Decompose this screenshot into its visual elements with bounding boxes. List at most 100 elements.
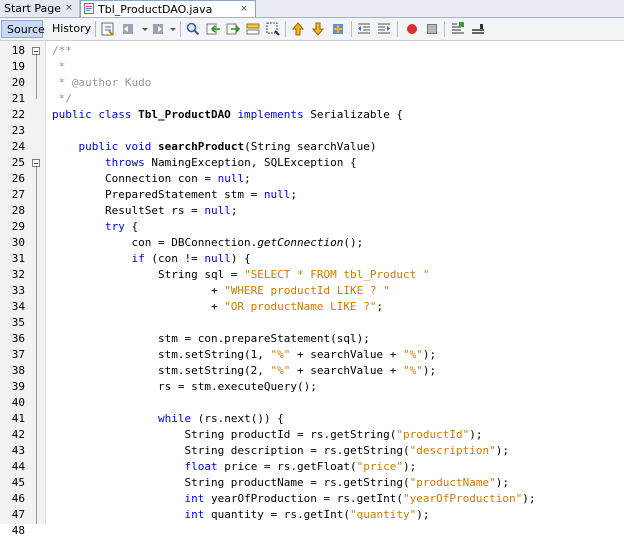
code-token: if xyxy=(131,252,145,265)
code-line[interactable]: + "OR productName LIKE ?"; xyxy=(52,299,383,315)
code-line[interactable]: String sql = "SELECT * FROM tbl_Product … xyxy=(52,267,430,283)
tab-start-page[interactable]: Start Page × xyxy=(0,0,80,17)
line-number: 21 xyxy=(11,92,25,105)
code-editor[interactable]: /** * * @author Kudo */ public class Tbl_… xyxy=(46,41,624,524)
code-token: ); xyxy=(469,428,483,441)
code-line[interactable]: int quantity = rs.getInt("quantity"); xyxy=(52,507,429,523)
code-line[interactable]: ResultSet rs = null; xyxy=(52,203,237,219)
code-token: ; xyxy=(290,188,298,201)
tab-tbl-productdao[interactable]: Tbl_ProductDAO.java × xyxy=(80,0,256,17)
uncomment-icon[interactable] xyxy=(470,21,486,37)
code-token: * @author Kudo xyxy=(52,76,152,89)
comment-icon[interactable] xyxy=(450,21,466,37)
tab-label: Start Page xyxy=(4,2,61,15)
code-line[interactable]: if (con != null) { xyxy=(52,251,250,267)
line-number: 47 xyxy=(11,508,25,521)
fold-toggle-icon[interactable] xyxy=(32,47,40,55)
code-line[interactable]: Connection con = null; xyxy=(52,171,251,187)
toolbar-separator xyxy=(285,21,286,37)
code-line[interactable]: public void searchProduct(String searchV… xyxy=(52,139,377,155)
code-line[interactable]: float price = rs.getFloat("price"); xyxy=(52,459,416,475)
find-selection-icon[interactable] xyxy=(265,21,281,37)
close-icon[interactable]: × xyxy=(239,4,249,14)
code-line[interactable]: * xyxy=(52,59,66,75)
find-next-icon[interactable] xyxy=(225,21,241,37)
code-line[interactable]: /** xyxy=(52,43,72,59)
stop-macro-icon[interactable] xyxy=(424,21,440,37)
toolbar-separator xyxy=(397,21,398,37)
toolbar-separator xyxy=(180,21,181,37)
code-line[interactable]: int yearOfProduction = rs.getInt("yearOf… xyxy=(52,491,535,507)
code-token: throws xyxy=(104,156,145,169)
line-number: 23 xyxy=(11,124,25,137)
code-line[interactable]: */ xyxy=(52,91,72,107)
last-edit-icon[interactable] xyxy=(100,21,116,37)
code-token: NamingException, SQLException { xyxy=(144,156,357,169)
source-view-tab[interactable]: Source xyxy=(1,20,45,38)
prev-bookmark-icon[interactable] xyxy=(290,21,306,37)
code-token: PreparedStatement stm = xyxy=(52,188,264,201)
line-number: 18 xyxy=(11,44,25,57)
forward-icon[interactable] xyxy=(150,21,166,37)
line-number: 28 xyxy=(11,204,25,217)
code-line[interactable]: String productName = rs.getString("produ… xyxy=(52,475,509,491)
line-number-gutter: 18 19 20 21 22 23 24 25 26 27 28 29 30 31 32 33 34 35 36 37… xyxy=(0,41,46,537)
line-number: 46 xyxy=(11,492,25,505)
code-line[interactable]: stm.setString(1, "%" + searchValue + "%"… xyxy=(52,347,436,363)
back-icon[interactable] xyxy=(120,21,136,37)
code-token: "price" xyxy=(356,460,404,473)
fold-toggle-icon[interactable] xyxy=(32,159,40,167)
code-line[interactable]: + "WHERE productId LIKE ? " xyxy=(52,283,390,299)
code-line[interactable]: PreparedStatement stm = null; xyxy=(52,187,297,203)
line-number: 45 xyxy=(11,476,25,489)
code-line[interactable]: public class Tbl_ProductDAO implements S… xyxy=(52,107,403,123)
history-view-tab[interactable]: History xyxy=(47,20,93,38)
find-icon[interactable] xyxy=(185,21,201,37)
code-token: "description" xyxy=(409,444,496,457)
toggle-highlight-icon[interactable] xyxy=(245,21,261,37)
tab-label: Tbl_ProductDAO.java xyxy=(98,3,213,16)
code-token: String description = rs.getString( xyxy=(52,444,410,457)
code-line[interactable]: while (rs.next()) { xyxy=(52,411,284,427)
toolbar-separator xyxy=(444,21,445,37)
code-token: stm = con.prepareStatement(sql); xyxy=(52,332,370,345)
code-line[interactable]: stm = con.prepareStatement(sql); xyxy=(52,331,370,347)
code-line[interactable]: con = DBConnection.getConnection(); xyxy=(52,235,363,251)
find-previous-icon[interactable] xyxy=(205,21,221,37)
line-number: 25 xyxy=(11,156,25,169)
line-number: 20 xyxy=(11,76,25,89)
code-token: public void xyxy=(78,140,158,153)
code-token: ResultSet rs = xyxy=(52,204,205,217)
code-line[interactable]: String description = rs.getString("descr… xyxy=(52,443,509,459)
shift-right-icon[interactable] xyxy=(376,21,392,37)
shift-left-icon[interactable] xyxy=(356,21,372,37)
code-line[interactable]: throws NamingException, SQLException { xyxy=(52,155,357,171)
next-bookmark-icon[interactable] xyxy=(310,21,326,37)
editor-toolbar: Source History xyxy=(0,18,624,41)
code-line[interactable]: String productId = rs.getString("product… xyxy=(52,427,482,443)
code-token: String productName = rs.getString( xyxy=(52,476,410,489)
code-token: int xyxy=(184,492,205,505)
close-icon[interactable]: × xyxy=(64,3,74,13)
code-token: "%" xyxy=(403,364,423,377)
code-token: ); xyxy=(495,444,509,457)
toggle-bookmark-icon[interactable] xyxy=(330,21,346,37)
line-number: 27 xyxy=(11,188,25,201)
code-token: price = rs.getFloat( xyxy=(217,460,357,473)
code-line[interactable]: rs = stm.executeQuery(); xyxy=(52,379,317,395)
fold-guide xyxy=(36,167,37,524)
chevron-down-icon[interactable] xyxy=(165,21,181,37)
code-token: "SELECT * FROM tbl_Product " xyxy=(244,268,430,281)
code-token: try xyxy=(104,220,125,233)
code-token: implements xyxy=(237,108,304,121)
code-line[interactable]: * @author Kudo xyxy=(52,75,152,91)
code-token: "%" xyxy=(403,348,423,361)
code-token: Connection con = xyxy=(52,172,218,185)
code-token: Serializable { xyxy=(303,108,404,121)
code-line[interactable]: try { xyxy=(52,219,138,235)
code-line[interactable]: stm.setString(2, "%" + searchValue + "%"… xyxy=(52,363,436,379)
line-number: 24 xyxy=(11,140,25,153)
record-macro-icon[interactable] xyxy=(404,21,420,37)
